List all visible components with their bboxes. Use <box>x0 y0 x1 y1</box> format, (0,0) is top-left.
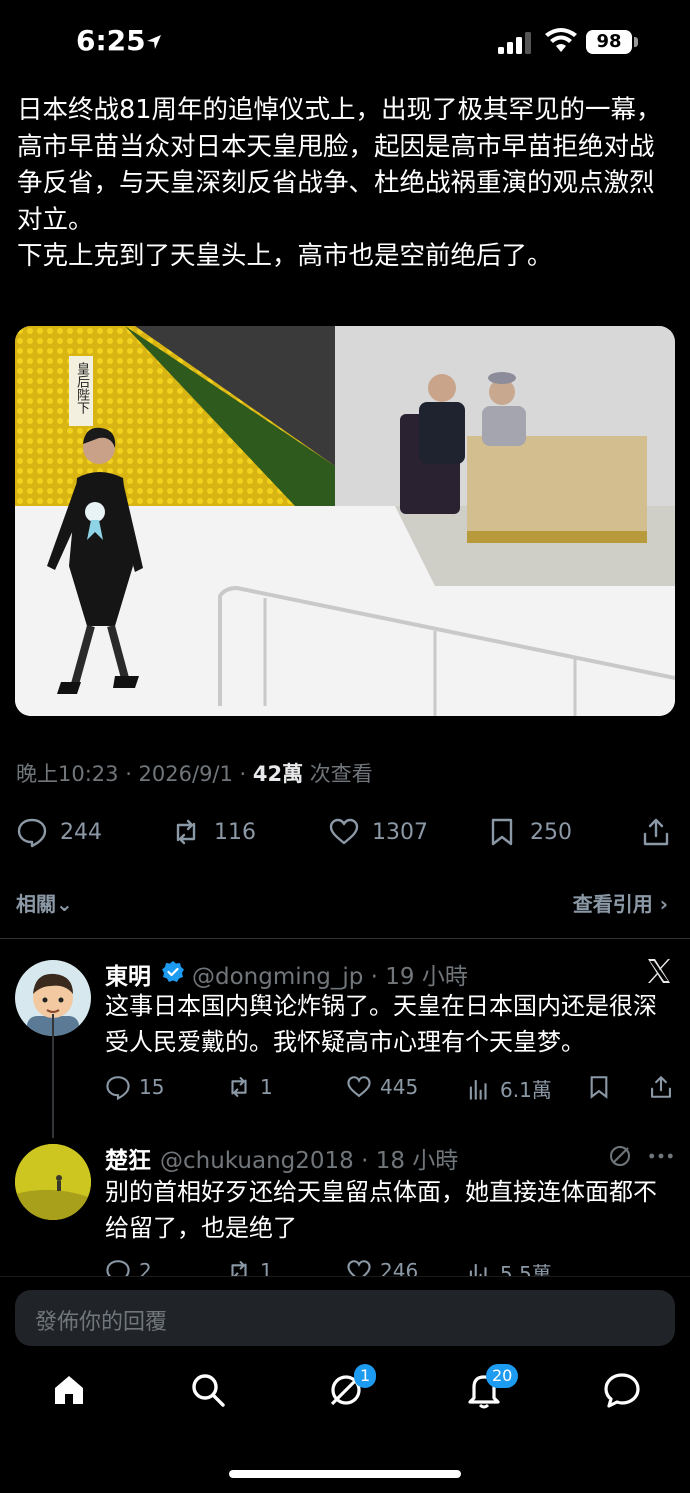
wifi-icon <box>545 28 577 52</box>
view-count: 6.1萬 <box>500 1078 552 1102</box>
wreath-sign-text: 皇后陛下 <box>74 362 89 414</box>
reply-handle: @dongming_jp · 19 小時 <box>192 964 468 990</box>
reply-like-button[interactable]: 445 <box>346 1074 418 1100</box>
nav-notifications[interactable]: 20 <box>464 1364 519 1414</box>
repost-count: 116 <box>214 819 256 845</box>
analytics-icon <box>469 1079 487 1100</box>
repost-icon <box>176 819 196 845</box>
repost-icon <box>231 1077 247 1097</box>
nav-search[interactable] <box>188 1370 232 1414</box>
post-meta: 晚上10:23 · 2026/9/1 · 42萬 次查看 <box>16 758 373 788</box>
repost-count: 1 <box>260 1075 273 1099</box>
reply-author-name[interactable]: 東明 <box>105 957 151 991</box>
reply-icon <box>106 1076 130 1100</box>
heart-icon <box>329 818 359 845</box>
like-button[interactable]: 1307 <box>328 810 428 854</box>
nav-grok[interactable]: 1 <box>326 1364 377 1414</box>
repost-button[interactable]: 116 <box>170 810 256 854</box>
bookmark-icon <box>491 818 513 846</box>
reply-repost-button[interactable]: 1 <box>226 1074 273 1100</box>
reply-text: 别的首相好歹还给天皇留点体面，她直接连体面都不给留了，也是绝了 <box>105 1178 657 1242</box>
reply-count: 15 <box>139 1075 165 1099</box>
share-icon[interactable] <box>648 1074 674 1100</box>
avatar[interactable] <box>15 1144 91 1220</box>
thread-connector <box>52 1014 54 1138</box>
reply-text: 这事日本国内舆论炸锅了。天皇在日本国内还是很深受人民爱戴的。我怀疑高市心理有个天… <box>105 992 657 1056</box>
battery-tip <box>634 37 638 47</box>
share-button[interactable] <box>640 810 684 854</box>
chat-bubble-icon <box>604 1373 640 1408</box>
mute-conversation-icon[interactable] <box>608 1144 632 1168</box>
reply-count: 244 <box>60 819 102 845</box>
post-timestamp: 晚上10:23 · 2026/9/1 · <box>16 762 253 786</box>
like-count: 445 <box>380 1075 419 1099</box>
home-indicator <box>229 1470 461 1478</box>
post-image[interactable]: 皇后陛下 <box>15 326 675 716</box>
reply-handle: @chukuang2018 · 18 小時 <box>160 1148 459 1174</box>
grok-badge: 1 <box>354 1364 377 1388</box>
view-quotes-link[interactable]: 查看引用 › <box>573 888 668 917</box>
reply-views-button[interactable]: 6.1萬 <box>466 1074 552 1103</box>
location-arrow-icon <box>147 35 161 49</box>
status-time: 6:25 <box>76 24 146 57</box>
battery-indicator: 98 <box>586 30 632 54</box>
heart-icon <box>347 1076 371 1098</box>
verified-badge-icon <box>162 961 184 982</box>
bookmark-count: 250 <box>530 819 572 845</box>
reply-button[interactable]: 244 <box>16 810 102 854</box>
bookmark-button[interactable]: 250 <box>486 810 572 854</box>
reply-author-name[interactable]: 楚狂 <box>105 1141 151 1175</box>
related-dropdown[interactable]: 相關⌄ <box>16 888 73 917</box>
notifications-badge: 20 <box>486 1364 519 1388</box>
like-count: 1307 <box>372 819 428 845</box>
cellular-signal-icon <box>498 32 531 54</box>
reply-composer-placeholder: 發佈你的回覆 <box>35 1310 168 1335</box>
home-icon <box>55 1376 83 1404</box>
ceremony-photo <box>15 326 675 716</box>
field-photo-avatar-icon <box>15 1144 91 1220</box>
nav-home[interactable] <box>49 1370 93 1414</box>
post-text: 日本终战81周年的追悼仪式上，出现了极其罕见的一幕，高市早苗当众对日本天皇甩脸，… <box>17 95 662 271</box>
status-bar: 6:25 98 <box>0 0 690 80</box>
x-logo-icon[interactable] <box>645 957 673 985</box>
view-count: 42萬 <box>252 762 304 786</box>
reply-composer-input[interactable]: 發佈你的回覆 <box>15 1290 675 1346</box>
reply-reply-button[interactable]: 15 <box>105 1074 164 1100</box>
view-label: 次查看 <box>303 762 373 786</box>
share-icon <box>643 818 669 846</box>
bottom-navigation: 1 20 <box>0 1364 690 1430</box>
reply-icon <box>17 818 47 848</box>
search-icon <box>192 1374 225 1407</box>
more-options-icon[interactable] <box>648 1152 674 1160</box>
post-actions: 244 116 1307 250 <box>0 810 690 854</box>
divider <box>0 938 690 939</box>
nav-messages[interactable] <box>602 1370 646 1414</box>
bookmark-icon[interactable] <box>586 1074 612 1100</box>
